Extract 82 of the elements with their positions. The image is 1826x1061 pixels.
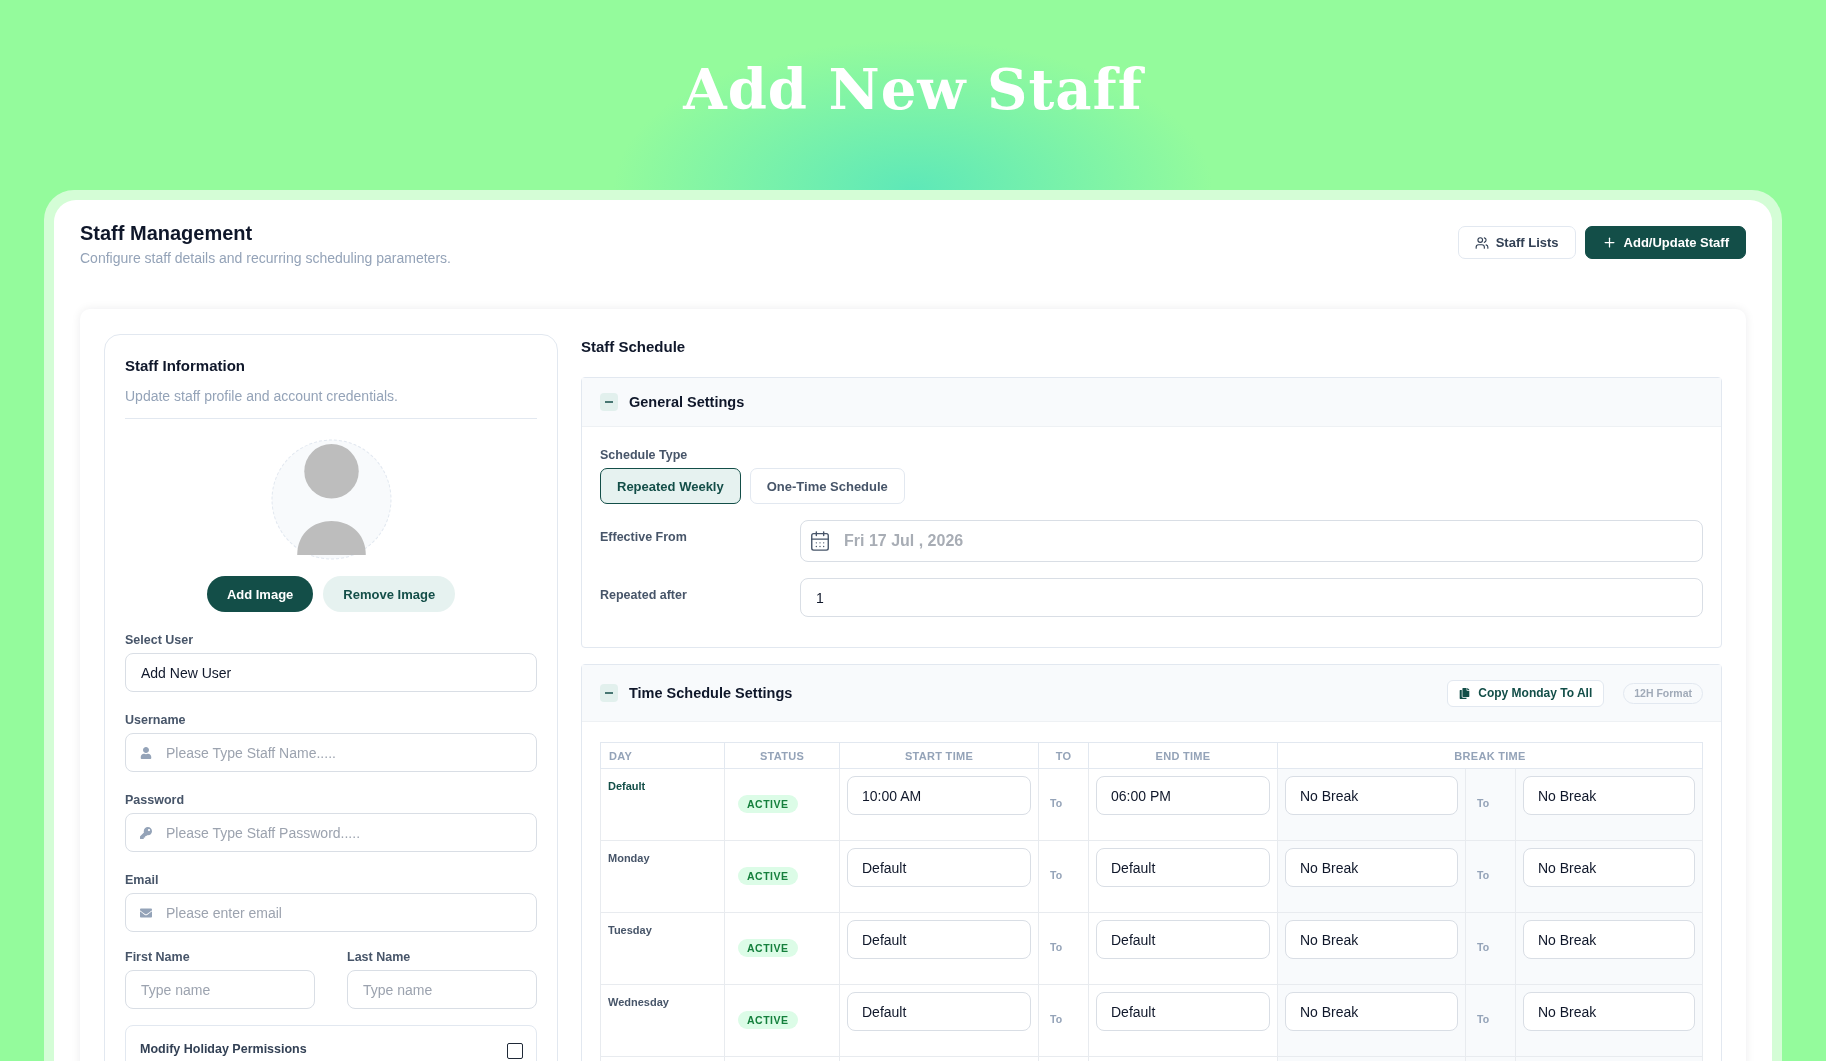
to-label: To (1477, 1013, 1490, 1025)
time-field[interactable]: Default (847, 992, 1031, 1031)
checkbox-label: Modify Holiday Permissions (140, 1042, 307, 1056)
staff-lists-button[interactable]: Staff Lists (1457, 226, 1576, 259)
break-field[interactable]: No Break (1285, 848, 1458, 887)
calendar-icon (809, 530, 831, 552)
input-field[interactable]: Type name (125, 970, 315, 1009)
break-field[interactable]: No Break (1285, 776, 1458, 815)
field-label: Username (125, 713, 187, 727)
field-label: Repeated after (600, 587, 688, 602)
input-field[interactable]: Type name (347, 970, 537, 1009)
field-label: Password (125, 793, 186, 807)
schedule-type-option[interactable]: Repeated Weekly (600, 468, 741, 504)
card-title: Staff Information (125, 357, 246, 374)
to-label: To (1050, 797, 1063, 809)
header-title: Staff Management (80, 222, 254, 245)
card-subtitle: Update staff profile and account credentials. (125, 388, 537, 419)
break-field[interactable]: No Break (1523, 848, 1695, 887)
key-icon (140, 826, 152, 839)
time-field[interactable]: Default (847, 848, 1031, 887)
copy-button[interactable]: Copy Monday To All (1447, 679, 1605, 707)
page-title: Add New Staff (681, 55, 1146, 124)
user-icon (140, 746, 152, 759)
day-label: Wednesday (608, 995, 669, 1008)
time-field[interactable]: 10:00 AM (847, 776, 1031, 815)
input-field[interactable]: Please Type Staff Name..... (125, 733, 537, 772)
time-field[interactable]: Default (1096, 992, 1270, 1031)
checkbox[interactable] (507, 1043, 523, 1059)
field-label: Select User (125, 633, 195, 647)
break-field[interactable]: No Break (1523, 992, 1695, 1031)
time-field[interactable]: Default (847, 920, 1031, 959)
status-badge: ACTIVE (738, 1011, 798, 1029)
section-title: Staff Schedule (581, 338, 687, 355)
add-image-button[interactable]: Add Image (206, 576, 314, 612)
field-label: Schedule Type (600, 448, 689, 462)
collapse-icon[interactable] (600, 393, 618, 411)
to-label: To (1477, 941, 1490, 953)
to-label: To (1477, 869, 1490, 881)
day-label: Default (608, 779, 646, 792)
column-header: BREAK TIME (1277, 742, 1703, 769)
panel-title: Time Schedule Settings (629, 685, 793, 701)
schedule-type-option[interactable]: One-Time Schedule (749, 468, 905, 504)
to-label: To (1050, 869, 1063, 881)
field-label: First Name (125, 950, 191, 964)
column-header: STATUS (724, 742, 840, 769)
panel-title: General Settings (629, 394, 745, 410)
copy-icon (1459, 687, 1471, 699)
day-label: Monday (608, 851, 650, 864)
date-field[interactable]: Fri 17 Jul , 2026 (800, 520, 1703, 562)
avatar-icon (270, 439, 392, 560)
to-label: To (1477, 797, 1490, 809)
time-field[interactable]: 06:00 PM (1096, 776, 1270, 815)
field-label: Email (125, 873, 160, 887)
users-icon (1474, 235, 1489, 250)
select-field[interactable]: Add New User (125, 653, 537, 692)
input-field[interactable]: Please Type Staff Password..... (125, 813, 537, 852)
break-field[interactable]: No Break (1523, 776, 1695, 815)
time-field[interactable]: Default (1096, 848, 1270, 887)
status-badge: ACTIVE (738, 867, 798, 885)
input-field[interactable]: Please enter email (125, 893, 537, 932)
input-field[interactable]: 1 (800, 578, 1703, 617)
collapse-icon[interactable] (600, 684, 618, 702)
header-subtitle: Configure staff details and recurring scheduling parameters. (80, 250, 451, 266)
break-field[interactable]: No Break (1523, 920, 1695, 959)
time-field[interactable]: Default (1096, 920, 1270, 959)
column-header: START TIME (839, 742, 1039, 769)
mail-icon (140, 906, 152, 919)
status-badge: ACTIVE (738, 939, 798, 957)
column-header: TO (1038, 742, 1089, 769)
plus-icon (1601, 235, 1617, 250)
remove-image-button[interactable]: Remove Image (323, 576, 456, 612)
field-label: Last Name (347, 950, 412, 964)
add-staff-button[interactable]: Add/Update Staff (1584, 226, 1746, 259)
field-label: Effective From (600, 529, 688, 544)
break-field[interactable]: No Break (1285, 920, 1458, 959)
to-label: To (1050, 941, 1063, 953)
to-label: To (1050, 1013, 1063, 1025)
column-header: END TIME (1088, 742, 1278, 769)
status-badge: ACTIVE (738, 795, 798, 813)
day-label: Tuesday (608, 923, 652, 936)
column-header: DAY (600, 742, 725, 769)
break-field[interactable]: No Break (1285, 992, 1458, 1031)
